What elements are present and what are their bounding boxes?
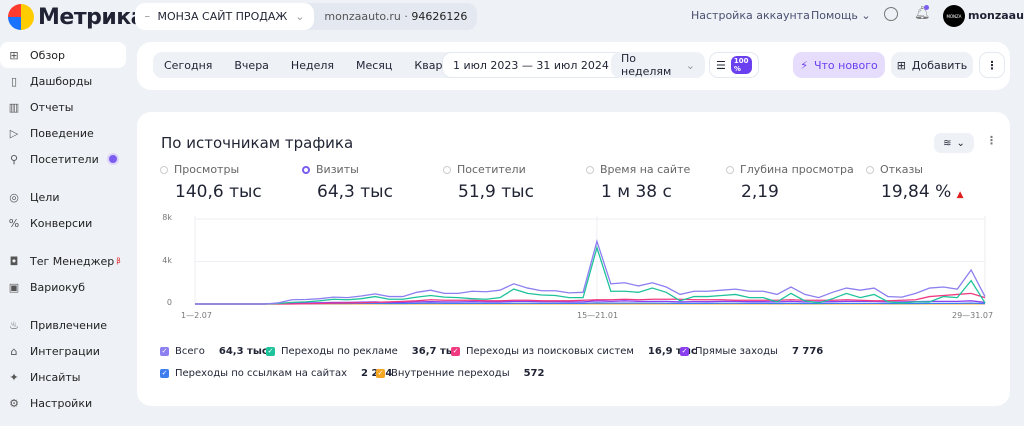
legend-item-4[interactable]: ✓Переходы по ссылкам на сайтах2 224: [160, 368, 392, 379]
series-line-1: [195, 245, 986, 305]
x-tick-label: 29—31.07: [952, 311, 994, 320]
legend-item-0[interactable]: ✓ Всего 64,3 тыс: [160, 346, 268, 357]
x-tick-label: 15—21.01: [577, 311, 619, 320]
checkbox-checked-icon[interactable]: ✓: [160, 369, 169, 378]
checkbox-checked-icon[interactable]: ✓: [160, 347, 169, 356]
checkbox-checked-icon[interactable]: ✓: [680, 347, 689, 356]
checkbox-checked-icon[interactable]: ✓: [266, 347, 275, 356]
traffic-chart: [194, 216, 986, 305]
y-tick-label: 8k: [162, 213, 172, 222]
legend-item-1[interactable]: ✓ Переходы по рекламе 36,7 тыс: [266, 346, 461, 357]
x-tick-label: 1—2.07: [181, 311, 212, 320]
legend-item-3[interactable]: ✓ Прямые заходы 7 776: [680, 346, 823, 357]
legend-item-2[interactable]: ✓ Переходы из поисковых систем 16,9 тыс: [451, 346, 697, 357]
legend-item-5[interactable]: ✓ Внутренние переходы 572: [376, 368, 544, 379]
y-tick-label: 0: [166, 298, 172, 307]
y-tick-label: 4k: [162, 255, 172, 265]
checkbox-checked-icon[interactable]: ✓: [376, 369, 385, 378]
checkbox-checked-icon[interactable]: ✓: [451, 347, 460, 356]
